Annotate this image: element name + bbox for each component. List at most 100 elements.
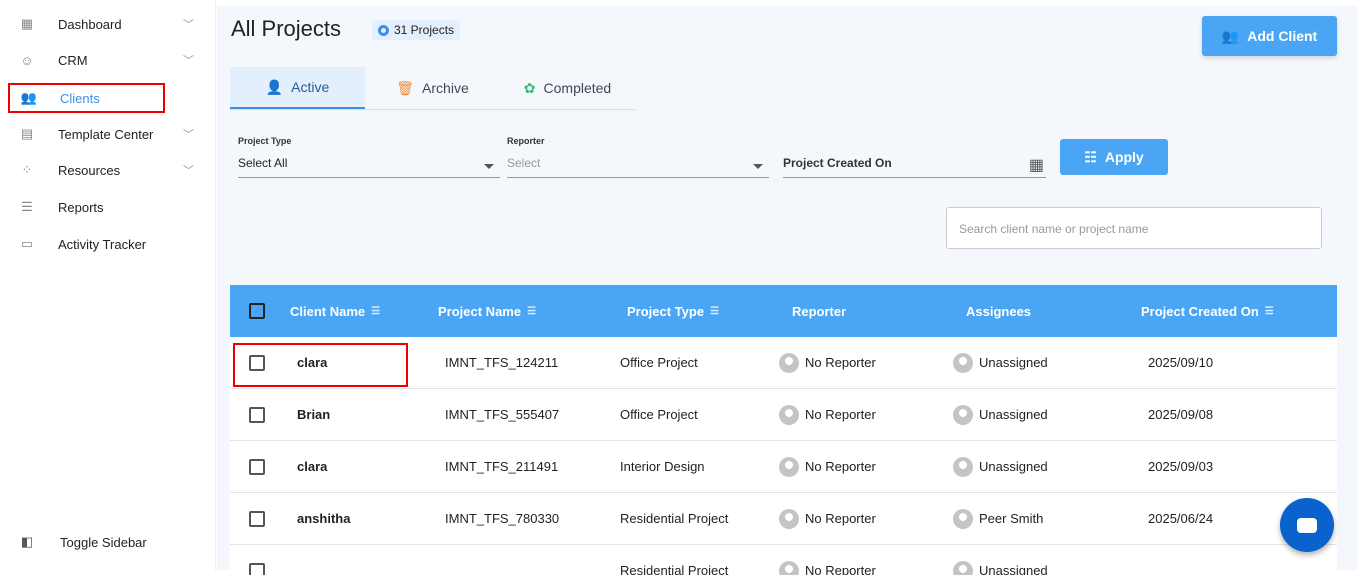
- cell-assignee: Unassigned: [953, 389, 1048, 440]
- sort-icon: ☰: [710, 306, 719, 317]
- toggle-sidebar-label: Toggle Sidebar: [60, 535, 147, 550]
- reporter-select[interactable]: Reporter Select: [507, 136, 769, 146]
- sidebar-item-label: Resources: [58, 163, 120, 178]
- main-content: All Projects 31 Projects 👥Add Client 👤Ac…: [217, 6, 1357, 570]
- cell-text: IMNT_TFS_211491: [445, 459, 558, 474]
- calendar-icon[interactable]: ▦: [1029, 155, 1044, 175]
- sidebar-item-label: Activity Tracker: [58, 237, 146, 252]
- header-label: Project Created On: [1141, 304, 1259, 319]
- project-type-select[interactable]: Project Type Select All: [238, 136, 500, 146]
- avatar-icon: [779, 457, 799, 477]
- apply-button[interactable]: ☷Apply: [1060, 139, 1168, 175]
- sort-icon: ☰: [527, 306, 536, 317]
- chevron-down-icon: ﹀: [183, 126, 194, 142]
- row-checkbox[interactable]: [249, 493, 265, 544]
- sidebar-item-resources[interactable]: ⁘ Resources ﹀: [8, 155, 208, 185]
- chevron-down-icon: ﹀: [183, 162, 194, 178]
- cell-text: Office Project: [620, 407, 698, 422]
- avatar-icon: [953, 561, 973, 575]
- chat-button[interactable]: [1280, 498, 1334, 552]
- resources-icon: ⁘: [18, 162, 36, 178]
- table-row[interactable]: anshithaIMNT_TFS_780330Residential Proje…: [230, 493, 1337, 545]
- tab-label: Archive: [422, 80, 469, 96]
- header-label: Project Type: [627, 304, 704, 319]
- cell-created-on: 2025/09/10: [1148, 337, 1213, 388]
- table-row[interactable]: Brian IMNT_TFS_555407 Office Project No Rep…: [230, 389, 1337, 441]
- header-label: Reporter: [792, 304, 846, 319]
- row-checkbox[interactable]: [249, 441, 265, 492]
- row-checkbox[interactable]: [249, 545, 265, 575]
- cell-text: Office Project: [620, 355, 698, 370]
- header-label: Project Name: [438, 304, 521, 319]
- cell-reporter: No Reporter: [779, 545, 876, 575]
- cell-text: Unassigned: [979, 407, 1048, 422]
- cell-assignee: Unassigned: [953, 545, 1048, 575]
- cell-client-name[interactable]: anshitha: [297, 493, 350, 544]
- cell-project-name[interactable]: IMNT_TFS_780330: [445, 493, 559, 544]
- add-client-button[interactable]: 👥Add Client: [1202, 16, 1337, 56]
- dropdown-arrow-icon: [484, 164, 494, 174]
- project-tabs: 👤Active 🗑 Archive ✿Completed: [230, 67, 635, 110]
- cell-client-name[interactable]: clara: [297, 441, 327, 492]
- sort-icon: ☰: [1265, 306, 1274, 317]
- cell-client-name[interactable]: Brian: [297, 389, 330, 440]
- apply-label: Apply: [1105, 149, 1144, 165]
- toggle-sidebar-button[interactable]: ◧ Toggle Sidebar: [8, 527, 208, 557]
- created-on-label: Project Created On: [783, 136, 1046, 178]
- cell-created-on: 2025/09/08: [1148, 389, 1213, 440]
- template-icon: ▤: [18, 126, 36, 142]
- header-label: Client Name: [290, 304, 365, 319]
- cell-project-name[interactable]: IMNT_TFS_555407: [445, 389, 559, 440]
- dropdown-arrow-icon: [753, 164, 763, 174]
- avatar-icon: [953, 509, 973, 529]
- sidebar-item-label: Clients: [60, 91, 100, 106]
- table-row[interactable]: claraIMNT_TFS_124211Office ProjectNo Rep…: [230, 337, 1337, 389]
- header-project-type[interactable]: Project Type ☰: [627, 285, 719, 337]
- sidebar-item-activity-tracker[interactable]: ▭Activity Tracker: [8, 229, 208, 259]
- sidebar-item-clients[interactable]: 👥Clients: [8, 83, 165, 113]
- sidebar-toggle-icon: ◧: [18, 534, 36, 550]
- cell-text: Residential Project: [620, 563, 728, 575]
- cell-assignee: Peer Smith: [953, 493, 1043, 544]
- header-project-name[interactable]: Project Name ☰: [438, 285, 536, 337]
- sidebar: ▦Dashboard﹀ ☺CRM﹀ 👥Clients ▤Template Cen…: [0, 0, 216, 570]
- sidebar-item-template-center[interactable]: ▤Template Center﹀: [8, 119, 208, 149]
- cell-text: No Reporter: [805, 459, 876, 474]
- sidebar-item-reports[interactable]: ☰ Reports: [8, 192, 208, 222]
- crm-icon: ☺: [18, 52, 36, 68]
- avatar-icon: [779, 509, 799, 529]
- sidebar-item-crm[interactable]: ☺CRM﹀: [8, 45, 208, 75]
- tab-archive[interactable]: 🗑 Archive: [365, 67, 500, 109]
- cell-text: clara: [297, 459, 327, 474]
- sidebar-item-label: Reports: [58, 200, 104, 215]
- chat-icon: [1297, 518, 1317, 533]
- header-client-name[interactable]: Client Name ☰: [290, 285, 380, 337]
- search-input[interactable]: Search client name or project name: [946, 207, 1322, 249]
- archive-icon: 🗑: [396, 80, 414, 97]
- add-client-label: Add Client: [1247, 28, 1317, 44]
- cell-client-name[interactable]: clara: [297, 337, 327, 388]
- project-count: 31 Projects: [394, 23, 454, 37]
- avatar-icon: [779, 405, 799, 425]
- tab-active[interactable]: 👤Active: [230, 67, 365, 109]
- table-row[interactable]: Residential Project No Reporter Unassigned: [230, 545, 1337, 575]
- cell-text: IMNT_TFS_555407: [445, 407, 559, 422]
- row-checkbox[interactable]: [249, 389, 265, 440]
- cell-project-name[interactable]: IMNT_TFS_211491: [445, 441, 558, 492]
- cell-project-name[interactable]: IMNT_TFS_124211: [445, 337, 558, 388]
- cell-text: Unassigned: [979, 459, 1048, 474]
- cell-text: 2025/09/10: [1148, 355, 1213, 370]
- tab-completed[interactable]: ✿Completed: [500, 67, 635, 109]
- reporter-label: Reporter: [507, 136, 769, 146]
- sort-icon: ☰: [371, 306, 380, 317]
- cell-text: Unassigned: [979, 355, 1048, 370]
- cell-text: No Reporter: [805, 511, 876, 526]
- cell-text: No Reporter: [805, 407, 876, 422]
- header-created-on[interactable]: Project Created On ☰: [1141, 285, 1274, 337]
- chevron-down-icon: ﹀: [183, 16, 194, 32]
- cell-text: IMNT_TFS_780330: [445, 511, 559, 526]
- sidebar-item-dashboard[interactable]: ▦Dashboard﹀: [8, 9, 208, 39]
- table-row[interactable]: claraIMNT_TFS_211491Interior DesignNo Re…: [230, 441, 1337, 493]
- reports-icon: ☰: [18, 199, 36, 215]
- select-all-checkbox[interactable]: [249, 285, 265, 337]
